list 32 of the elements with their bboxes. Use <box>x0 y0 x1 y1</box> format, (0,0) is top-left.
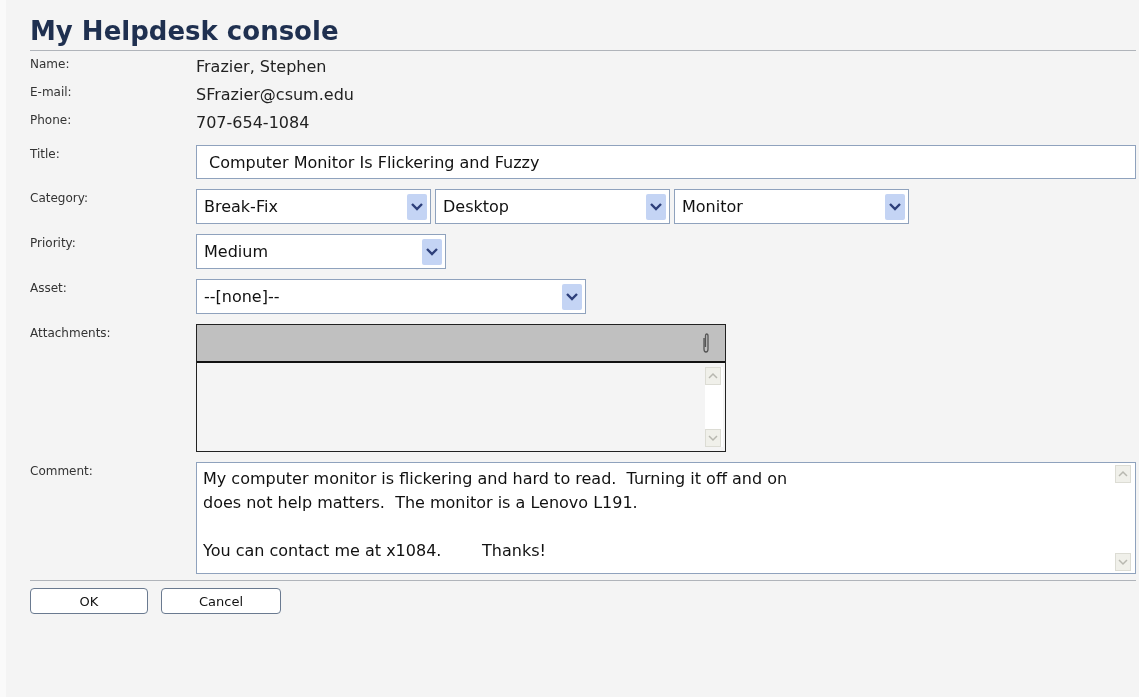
caret-icon <box>562 283 582 310</box>
comment-textarea[interactable]: My computer monitor is flickering and hard to read. Turning it off and on does not help matters. The monitor is a Lenovo L191. You can contact me at x1084. Thanks! <box>196 462 1136 574</box>
caret-icon <box>422 238 442 265</box>
field-label: Comment: <box>30 463 94 478</box>
form-button[interactable]: OK <box>30 588 148 614</box>
scroll-up-icon[interactable] <box>1115 465 1131 483</box>
field-label: Attachments: <box>30 325 112 340</box>
category-dropdown[interactable]: Monitor <box>674 189 909 224</box>
field-label: E-mail: <box>30 84 73 99</box>
priority-dropdown[interactable]: Medium <box>196 234 446 269</box>
scroll-up-icon[interactable] <box>705 367 721 385</box>
scroll-down-icon[interactable] <box>1115 553 1131 571</box>
field-label: Phone: <box>30 112 73 127</box>
field-label: Priority: <box>30 235 77 250</box>
field-value: 707-654-1084 <box>196 112 311 134</box>
scroll-down-icon[interactable] <box>705 429 721 447</box>
caret-icon <box>407 193 427 220</box>
form-button[interactable]: Cancel <box>161 588 281 614</box>
asset-dropdown[interactable]: --[none]-- <box>196 279 586 314</box>
field-label: Title: <box>30 146 61 161</box>
field-label: Category: <box>30 190 89 205</box>
paperclip-icon[interactable] <box>701 332 711 354</box>
field-label: Asset: <box>30 280 68 295</box>
title-input[interactable]: Computer Monitor Is Flickering and Fuzzy <box>196 145 1136 179</box>
category-dropdown[interactable]: Desktop <box>435 189 670 224</box>
field-label: Name: <box>30 56 71 71</box>
caret-icon <box>646 193 666 220</box>
category-dropdown[interactable]: Break-Fix <box>196 189 431 224</box>
page-heading: My Helpdesk console <box>30 15 340 48</box>
caret-icon <box>885 193 905 220</box>
field-value: Frazier, Stephen <box>196 56 328 78</box>
field-value: SFrazier@csum.edu <box>196 84 355 106</box>
